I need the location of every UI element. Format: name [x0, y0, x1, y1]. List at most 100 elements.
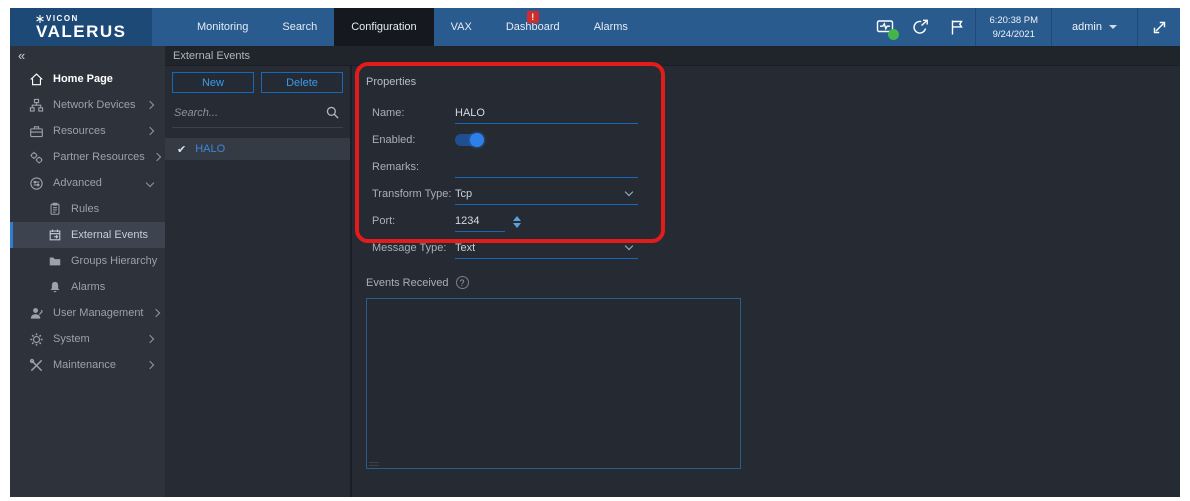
message-type-select[interactable]: Text	[455, 237, 638, 259]
chevron-down-icon	[1109, 25, 1117, 29]
transform-type-value: Tcp	[455, 187, 473, 200]
chevron-right-icon	[145, 100, 155, 110]
sidebar-item-partner-resources[interactable]: Partner Resources	[10, 144, 165, 170]
sidebar-item-user-management[interactable]: User Management	[10, 300, 165, 326]
transform-type-row: Transform Type: Tcp	[366, 178, 1180, 205]
navigation-sidebar: « Home Page Network Devices Resources Pa…	[10, 46, 165, 497]
port-label: Port:	[372, 215, 396, 227]
sidebar-item-rules[interactable]: Rules	[10, 196, 165, 222]
enabled-label: Enabled:	[372, 134, 416, 146]
search-icon[interactable]	[325, 105, 340, 120]
clock-date: 9/24/2021	[992, 28, 1035, 40]
events-received-label: Events Received	[366, 276, 449, 289]
menu-search[interactable]: Search	[265, 8, 334, 46]
enabled-row: Enabled:	[366, 124, 1180, 151]
stepper-up-icon[interactable]	[513, 216, 521, 221]
events-received-box	[366, 298, 741, 469]
export-events-button[interactable]	[903, 8, 939, 46]
system-icon	[30, 332, 43, 346]
clock-time: 6:20:38 PM	[989, 14, 1039, 26]
resize-handle[interactable]	[369, 462, 379, 466]
user-management-icon	[30, 307, 43, 319]
transform-type-label: Transform Type:	[372, 188, 452, 200]
remarks-label: Remarks:	[372, 161, 420, 173]
properties-title: Properties	[366, 76, 417, 88]
toggle-knob	[470, 133, 484, 147]
vicon-valerus-logo: VICON VALERUS	[10, 8, 152, 46]
remarks-input[interactable]	[455, 160, 638, 173]
sidebar-item-network-devices[interactable]: Network Devices	[10, 92, 165, 118]
chevron-down-icon	[624, 241, 634, 251]
fullscreen-button[interactable]	[1138, 8, 1180, 46]
maintenance-icon	[29, 358, 43, 371]
brand-valerus: VALERUS	[36, 22, 127, 41]
chevron-right-icon	[151, 308, 160, 318]
menu-dashboard[interactable]: ! Dashboard	[489, 8, 577, 46]
sidebar-collapse-button[interactable]: «	[10, 46, 165, 66]
sidebar-item-home-page[interactable]: Home Page	[10, 66, 165, 92]
sidebar-item-maintenance[interactable]: Maintenance	[10, 352, 165, 378]
sidebar-item-alarms[interactable]: Alarms	[10, 274, 165, 300]
message-type-value: Text	[455, 241, 476, 254]
list-item-halo[interactable]: ✔ HALO	[165, 138, 350, 160]
page-title: External Events	[165, 46, 1180, 66]
health-status-dot	[888, 29, 900, 40]
user-name: admin	[1072, 21, 1102, 33]
name-row: Name:	[366, 97, 1180, 124]
new-button[interactable]: New	[172, 72, 254, 93]
dashboard-alert-icon: !	[526, 11, 539, 23]
search-input[interactable]	[174, 106, 325, 119]
top-bar: VICON VALERUS Monitoring Search Configur…	[10, 8, 1180, 46]
share-arrow-icon	[913, 19, 928, 34]
rules-icon	[50, 202, 60, 215]
search-bar	[172, 102, 343, 128]
sidebar-item-advanced[interactable]: Advanced	[10, 170, 165, 196]
alarms-icon	[50, 281, 60, 293]
chevron-right-icon	[152, 152, 161, 162]
groups-hierarchy-icon	[49, 257, 61, 266]
chevron-down-icon	[145, 178, 155, 188]
clock-display: 6:20:38 PM 9/24/2021	[975, 8, 1053, 46]
external-events-list-panel: New Delete ✔ HALO	[165, 66, 352, 497]
collapse-icon: «	[18, 48, 26, 63]
user-menu[interactable]: admin	[1052, 8, 1138, 46]
chevron-right-icon	[145, 126, 155, 136]
sidebar-item-groups-hierarchy[interactable]: Groups Hierarchy	[10, 248, 165, 274]
events-received-header: Events Received ?	[366, 276, 1180, 289]
stepper-down-icon[interactable]	[513, 223, 521, 228]
valerus-app-window: VICON VALERUS Monitoring Search Configur…	[10, 8, 1180, 497]
expand-arrows-icon	[1153, 21, 1165, 33]
menu-configuration[interactable]: Configuration	[334, 8, 434, 46]
sidebar-item-system[interactable]: System	[10, 326, 165, 352]
sidebar-item-external-events[interactable]: External Events	[10, 222, 165, 248]
external-events-icon	[49, 229, 61, 241]
sidebar-item-resources[interactable]: Resources	[10, 118, 165, 144]
menu-vax[interactable]: VAX	[434, 8, 489, 46]
help-icon[interactable]: ?	[455, 276, 469, 289]
message-type-row: Message Type: Text	[366, 232, 1180, 259]
port-input[interactable]	[455, 214, 505, 227]
chevron-right-icon	[145, 334, 155, 344]
advanced-icon	[30, 176, 43, 190]
resources-icon	[30, 125, 43, 137]
name-label: Name:	[372, 107, 405, 119]
port-row: Port:	[366, 205, 1180, 232]
chevron-down-icon	[624, 187, 634, 197]
port-stepper[interactable]	[513, 216, 521, 228]
menu-alarms[interactable]: Alarms	[577, 8, 645, 46]
list-item-label: HALO	[195, 143, 226, 155]
delete-button[interactable]: Delete	[261, 72, 343, 93]
system-health-button[interactable]	[867, 8, 903, 46]
check-icon: ✔	[177, 143, 187, 156]
chevron-right-icon	[145, 360, 155, 370]
main-menu: Monitoring Search Configuration VAX ! Da…	[180, 8, 645, 46]
transform-type-select[interactable]: Tcp	[455, 183, 638, 205]
menu-monitoring[interactable]: Monitoring	[180, 8, 265, 46]
enabled-toggle[interactable]	[455, 133, 484, 147]
properties-panel: Properties Name: Enabled:	[352, 62, 1180, 497]
partner-resources-icon	[30, 151, 43, 163]
name-input[interactable]	[455, 106, 638, 119]
home-icon	[30, 72, 43, 85]
flag-button[interactable]	[939, 8, 975, 46]
message-type-label: Message Type:	[372, 242, 447, 254]
